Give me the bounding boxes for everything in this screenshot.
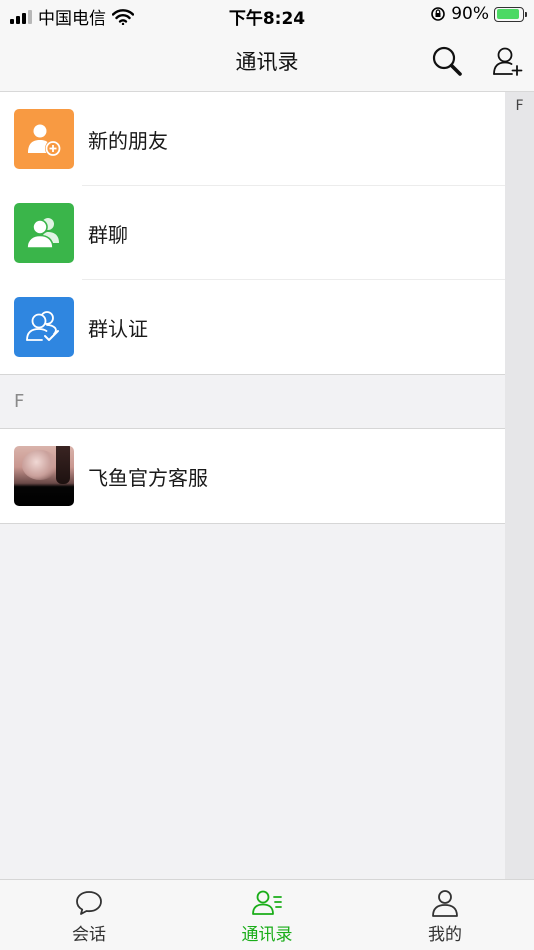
- group-divider: [0, 523, 505, 524]
- add-contact-icon: [493, 47, 523, 76]
- tab-label: 通讯录: [241, 925, 293, 945]
- chat-bubble-icon: [76, 891, 102, 915]
- section-header-f: F: [0, 375, 505, 429]
- tab-label: 会话: [72, 925, 106, 945]
- orientation-lock-icon: [431, 7, 446, 21]
- tab-label: 我的: [428, 925, 462, 945]
- battery-percent: 90%: [451, 4, 489, 24]
- person-icon: [432, 890, 458, 917]
- index-letter-f[interactable]: F: [505, 98, 534, 114]
- entry-new-friends[interactable]: 新的朋友: [0, 92, 505, 186]
- tab-me[interactable]: 我的: [356, 888, 534, 945]
- battery-icon: [494, 6, 527, 22]
- entry-group-chats[interactable]: 群聊: [0, 186, 505, 280]
- contacts-list: 新的朋友 群聊 群认证 F 飞鱼官方客服: [0, 92, 505, 524]
- battery-fill: [496, 9, 519, 19]
- contact-row[interactable]: 飞鱼官方客服: [0, 429, 505, 523]
- entry-label: 群认证: [88, 316, 148, 341]
- contacts-icon: [252, 890, 282, 915]
- search-button[interactable]: [429, 43, 465, 79]
- entry-label: 新的朋友: [88, 128, 168, 153]
- group-verify-tile: [14, 297, 74, 357]
- group-chat-tile: [14, 203, 74, 263]
- function-entries: 新的朋友 群聊 群认证: [0, 92, 505, 374]
- entry-label: 群聊: [88, 222, 128, 247]
- status-right: 90%: [430, 4, 527, 24]
- tab-contacts[interactable]: 通讯录: [178, 888, 356, 945]
- alphabet-index-bar[interactable]: F: [505, 92, 534, 879]
- tab-bar: 会话 通讯录 我的: [0, 879, 534, 950]
- new-friend-tile: [14, 109, 74, 169]
- contact-name: 飞鱼官方客服: [88, 465, 208, 490]
- new-friend-icon: [28, 124, 61, 156]
- search-icon: [432, 46, 462, 76]
- tab-chats[interactable]: 会话: [0, 888, 178, 945]
- status-bar: 中国电信 下午8:24 90%: [0, 0, 534, 30]
- entry-group-verify[interactable]: 群认证: [0, 280, 505, 374]
- tab-icon-wrap: [430, 888, 460, 918]
- nav-bar: 通讯录: [0, 30, 534, 92]
- contact-avatar: [14, 446, 74, 506]
- add-contact-button[interactable]: [489, 43, 525, 79]
- contacts-section-f: 飞鱼官方客服: [0, 429, 505, 523]
- tab-icon-wrap: [74, 888, 104, 918]
- group-chat-icon: [26, 218, 59, 249]
- group-verify-icon: [26, 311, 59, 341]
- tab-icon-wrap: [251, 888, 283, 918]
